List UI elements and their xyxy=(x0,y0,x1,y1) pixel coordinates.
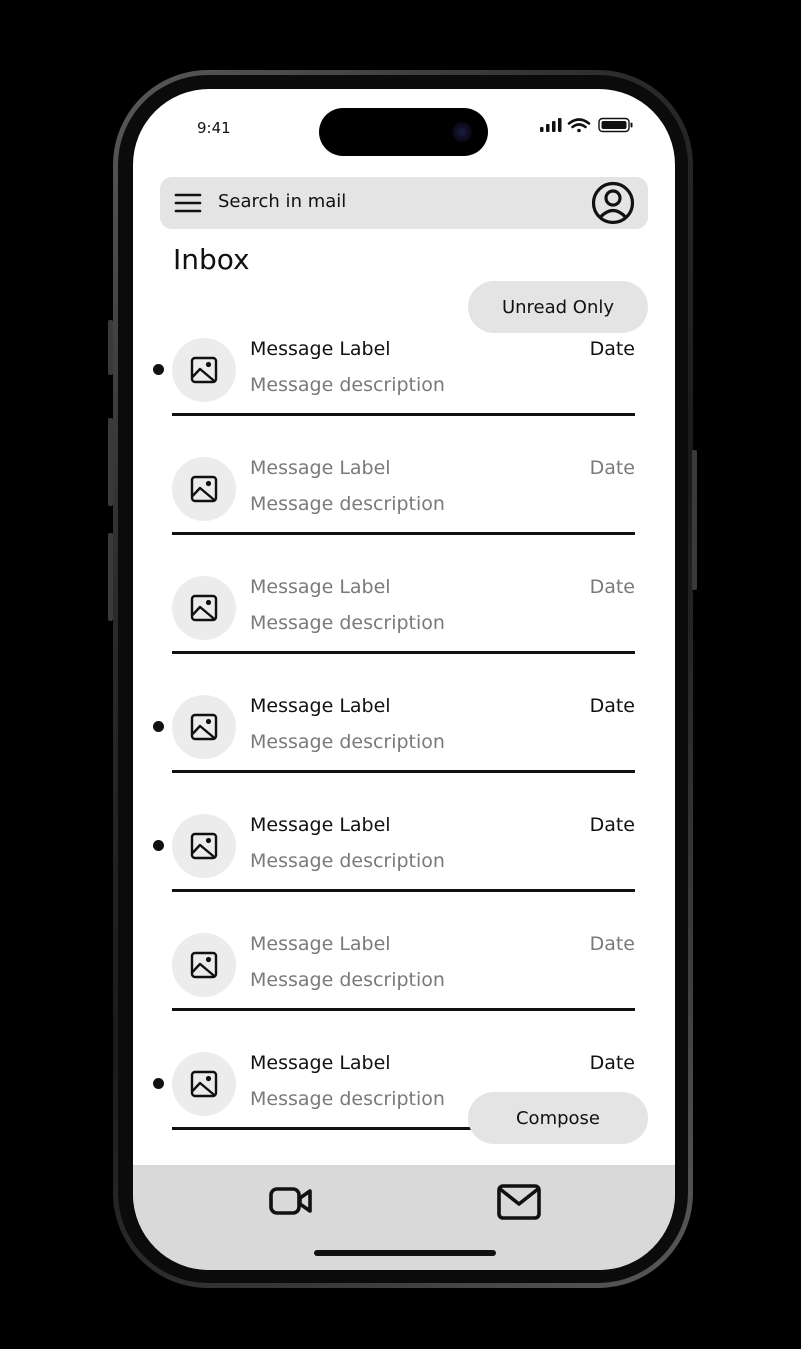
volume-down-button xyxy=(108,533,113,621)
unread-dot xyxy=(153,721,164,732)
search-input[interactable]: Search in mail xyxy=(218,191,346,212)
divider xyxy=(172,413,635,416)
power-button xyxy=(692,450,697,590)
message-description: Message description xyxy=(250,731,445,753)
screen: 9:41 Search in mail Inbox Unread Only Me… xyxy=(133,89,675,1270)
message-row[interactable]: Message Label Message description Date xyxy=(133,812,675,931)
message-row[interactable]: Message Label Message description Date xyxy=(133,931,675,1050)
battery-icon xyxy=(598,117,633,133)
message-label: Message Label xyxy=(250,576,391,598)
video-camera-icon[interactable] xyxy=(268,1185,314,1217)
divider xyxy=(172,651,635,654)
message-label: Message Label xyxy=(250,695,391,717)
message-description: Message description xyxy=(250,374,445,396)
unread-dot xyxy=(153,840,164,851)
page-title: Inbox xyxy=(173,243,250,276)
divider xyxy=(172,770,635,773)
message-label: Message Label xyxy=(250,1052,391,1074)
status-time: 9:41 xyxy=(197,119,231,137)
message-row[interactable]: Message Label Message description Date xyxy=(133,455,675,574)
message-label: Message Label xyxy=(250,933,391,955)
dynamic-island xyxy=(319,108,488,156)
message-label: Message Label xyxy=(250,814,391,836)
avatar xyxy=(172,457,236,521)
message-description: Message description xyxy=(250,850,445,872)
message-date: Date xyxy=(589,814,635,836)
divider xyxy=(172,532,635,535)
action-button xyxy=(108,320,113,375)
message-date: Date xyxy=(589,576,635,598)
message-date: Date xyxy=(589,457,635,479)
wifi-icon xyxy=(567,118,591,133)
compose-button[interactable]: Compose xyxy=(468,1092,648,1144)
message-date: Date xyxy=(589,933,635,955)
message-label: Message Label xyxy=(250,457,391,479)
message-row[interactable]: Message Label Message description Date xyxy=(133,693,675,812)
message-date: Date xyxy=(589,338,635,360)
message-label: Message Label xyxy=(250,338,391,360)
unread-only-button[interactable]: Unread Only xyxy=(468,281,648,333)
message-row[interactable]: Message Label Message description Date xyxy=(133,574,675,693)
mail-icon[interactable] xyxy=(496,1183,542,1221)
status-icons xyxy=(540,117,636,133)
avatar xyxy=(172,1052,236,1116)
search-bar[interactable]: Search in mail xyxy=(160,177,648,229)
front-camera xyxy=(452,122,472,142)
unread-dot xyxy=(153,1078,164,1089)
unread-dot xyxy=(153,364,164,375)
avatar xyxy=(172,338,236,402)
home-indicator xyxy=(314,1250,496,1256)
message-description: Message description xyxy=(250,1088,445,1110)
avatar xyxy=(172,695,236,759)
divider xyxy=(172,1008,635,1011)
volume-up-button xyxy=(108,418,113,506)
message-date: Date xyxy=(589,695,635,717)
message-description: Message description xyxy=(250,493,445,515)
signal-icon xyxy=(540,118,562,132)
avatar xyxy=(172,576,236,640)
divider xyxy=(172,889,635,892)
avatar xyxy=(172,933,236,997)
message-description: Message description xyxy=(250,969,445,991)
profile-icon[interactable] xyxy=(590,180,636,226)
message-description: Message description xyxy=(250,612,445,634)
menu-icon[interactable] xyxy=(174,191,202,215)
message-date: Date xyxy=(589,1052,635,1074)
message-row[interactable]: Message Label Message description Date xyxy=(133,336,675,455)
avatar xyxy=(172,814,236,878)
